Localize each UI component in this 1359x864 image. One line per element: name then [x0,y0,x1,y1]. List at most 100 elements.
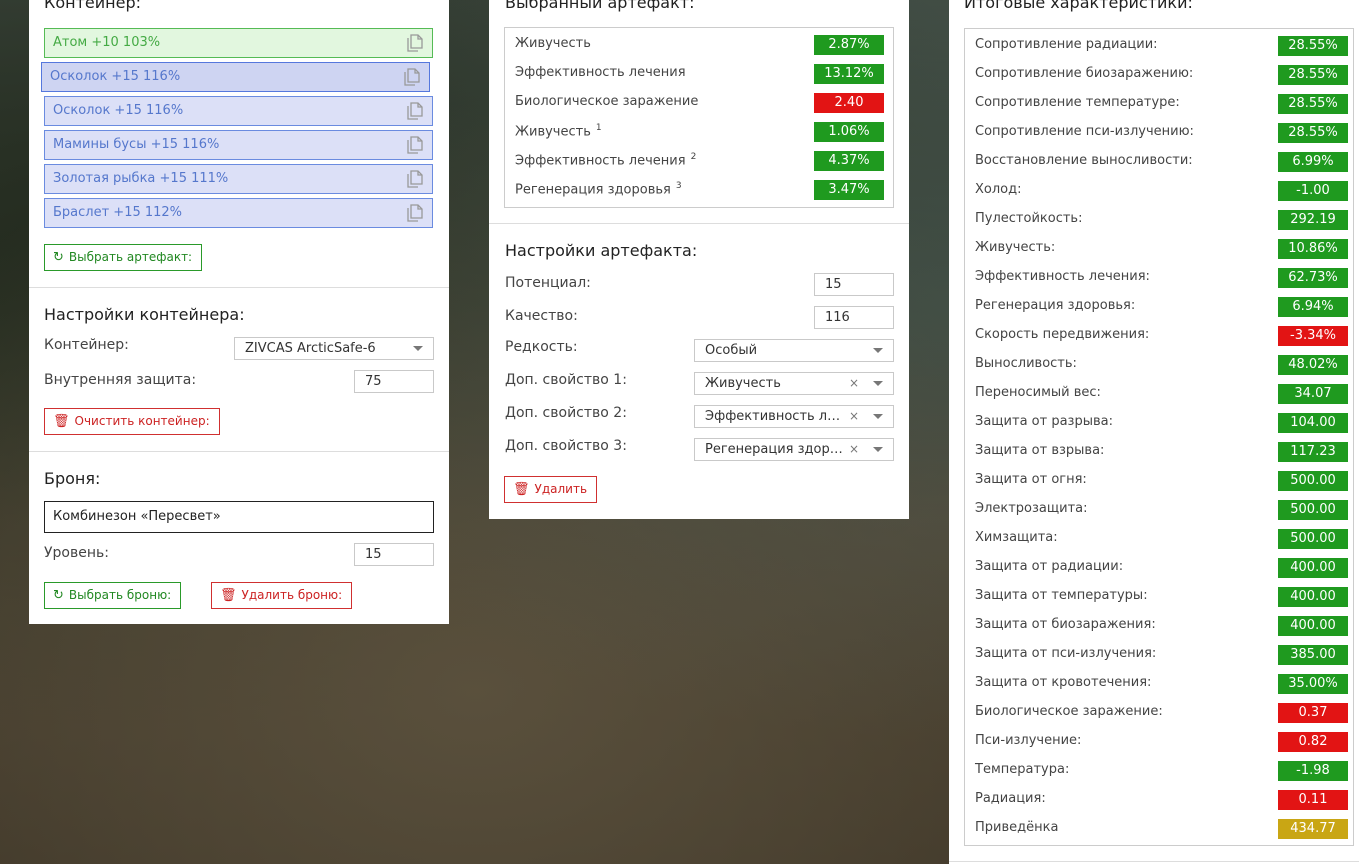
inner-protection-label: Внутренняя защита: [44,372,197,388]
clear-icon[interactable]: × [849,439,859,460]
stat-row: Регенерация здоровья: 6.94% [975,292,1348,321]
stat-row: Защита от температуры: 400.00 [975,582,1348,611]
stat-name: Защита от огня: [975,472,1087,487]
container-panel: Контейнер: Атом +10 103% Осколок +15 116%… [29,0,449,624]
stat-row: Выносливость: 48.02% [975,350,1348,379]
stat-name: Защита от разрыва: [975,414,1113,429]
prop2-label: Доп. свойство 2: [505,405,627,421]
container-item-label: Осколок +15 116% [50,69,181,84]
clear-container-button[interactable]: 🗑 Очистить контейнер: [44,408,220,435]
container-item[interactable]: Осколок +15 116% [44,96,433,126]
quality-label: Качество: [505,308,578,324]
stat-name: Биологическое заражение [515,94,699,109]
container-item[interactable]: Осколок +15 116% [41,62,430,92]
stat-value-badge: 10.86% [1278,239,1348,259]
clear-icon[interactable]: × [849,373,859,394]
container-title: Контейнер: [44,0,142,12]
stat-value-badge: 4.37% [814,151,884,171]
stat-row: Химзащита: 500.00 [975,524,1348,553]
stat-name: Защита от взрыва: [975,443,1105,458]
stat-value-badge: 500.00 [1278,471,1348,491]
chevron-down-icon [873,447,883,452]
copy-icon[interactable] [406,136,424,154]
container-item-label: Золотая рыбка +15 111% [53,171,229,186]
stat-value-badge: -1.98 [1278,761,1348,781]
copy-icon[interactable] [403,68,421,86]
stat-name: Сопротивление радиации: [975,37,1158,52]
level-input[interactable]: 15 [354,543,434,566]
stat-name: Регенерация здоровья 3 [515,181,682,198]
choose-artifact-button[interactable]: ↻ Выбрать артефакт: [44,244,203,271]
quality-input[interactable]: 116 [814,306,894,329]
selected-artifact-title: Выбранный артефакт: [505,0,695,12]
chevron-down-icon [873,414,883,419]
prop2-select[interactable]: Эффективность лечения × [694,405,894,428]
rarity-label: Редкость: [505,339,578,355]
stat-name: Защита от температуры: [975,588,1148,603]
inner-protection-input[interactable]: 75 [354,370,434,393]
artifact-panel: Выбранный артефакт: Живучесть 2.87% Эффект… [489,0,909,519]
chevron-down-icon [413,346,423,351]
stat-value-badge: 28.55% [1278,94,1348,114]
chevron-down-icon [873,381,883,386]
footnote-marker: 1 [595,123,602,133]
stat-name: Живучесть 1 [515,123,602,140]
prop3-select[interactable]: Регенерация здоровья × [694,438,894,461]
stat-name: Эффективность лечения 2 [515,152,697,169]
stat-value-badge: 292.19 [1278,210,1348,230]
stat-name: Живучесть [515,36,591,51]
container-item[interactable]: Атом +10 103% [44,28,433,58]
divider [949,861,1359,862]
potential-input[interactable]: 15 [814,273,894,296]
stat-name: Электрозащита: [975,501,1088,516]
stat-value-badge: 0.82 [1278,732,1348,752]
container-item[interactable]: Браслет +15 112% [44,198,433,228]
divider [489,223,909,224]
remove-armor-button[interactable]: 🗑 Удалить броню: [211,582,353,609]
armor-field[interactable]: Комбинезон «Пересвет» [44,501,434,533]
container-item[interactable]: Мамины бусы +15 116% [44,130,433,160]
stat-name: Переносимый вес: [975,385,1101,400]
stat-row: Биологическое заражение: 0.37 [975,698,1348,727]
stat-row: Сопротивление температуре: 28.55% [975,89,1348,118]
stat-name: Эффективность лечения: [975,269,1150,284]
refresh-icon: ↻ [53,250,64,265]
stat-name: Приведёнка [975,820,1059,835]
stat-name: Холод: [975,182,1022,197]
stat-value-badge: 34.07 [1278,384,1348,404]
armor-title: Броня: [44,469,101,488]
stat-name: Регенерация здоровья: [975,298,1136,313]
potential-label: Потенциал: [505,275,591,291]
divider [29,451,449,452]
stat-value-badge: 400.00 [1278,616,1348,636]
copy-icon[interactable] [406,170,424,188]
container-select[interactable]: ZIVCAS ArcticSafe-6 [234,337,434,360]
container-item-label: Мамины бусы +15 116% [53,137,220,152]
stat-value-badge: 62.73% [1278,268,1348,288]
delete-artifact-button[interactable]: 🗑 Удалить [504,476,598,503]
copy-icon[interactable] [406,34,424,52]
container-item-label: Браслет +15 112% [53,205,183,220]
rarity-select[interactable]: Особый [694,339,894,362]
stat-value-badge: 434.77 [1278,819,1348,839]
prop3-label: Доп. свойство 3: [505,438,627,454]
container-item[interactable]: Золотая рыбка +15 111% [44,164,433,194]
copy-icon[interactable] [406,102,424,120]
stat-row: Эффективность лечения: 62.73% [975,263,1348,292]
copy-icon[interactable] [406,204,424,222]
stat-row: Живучесть 2.87% [515,30,884,59]
stat-name: Защита от кровотечения: [975,675,1152,690]
stat-value-badge: 385.00 [1278,645,1348,665]
prop1-select[interactable]: Живучесть × [694,372,894,395]
stat-name: Биологическое заражение: [975,704,1163,719]
stat-name: Пулестойкость: [975,211,1083,226]
stat-value-badge: 0.11 [1278,790,1348,810]
stat-value-badge: 1.06% [814,122,884,142]
choose-armor-button[interactable]: ↻ Выбрать броню: [44,582,182,609]
stat-row: Сопротивление биозаражению: 28.55% [975,60,1348,89]
clear-icon[interactable]: × [849,406,859,427]
stat-value-badge: 6.99% [1278,152,1348,172]
totals-stats-box: Сопротивление радиации: 28.55% Сопротивлен… [964,28,1354,846]
stat-row: Биологическое заражение 2.40 [515,88,884,117]
stat-row: Защита от огня: 500.00 [975,466,1348,495]
